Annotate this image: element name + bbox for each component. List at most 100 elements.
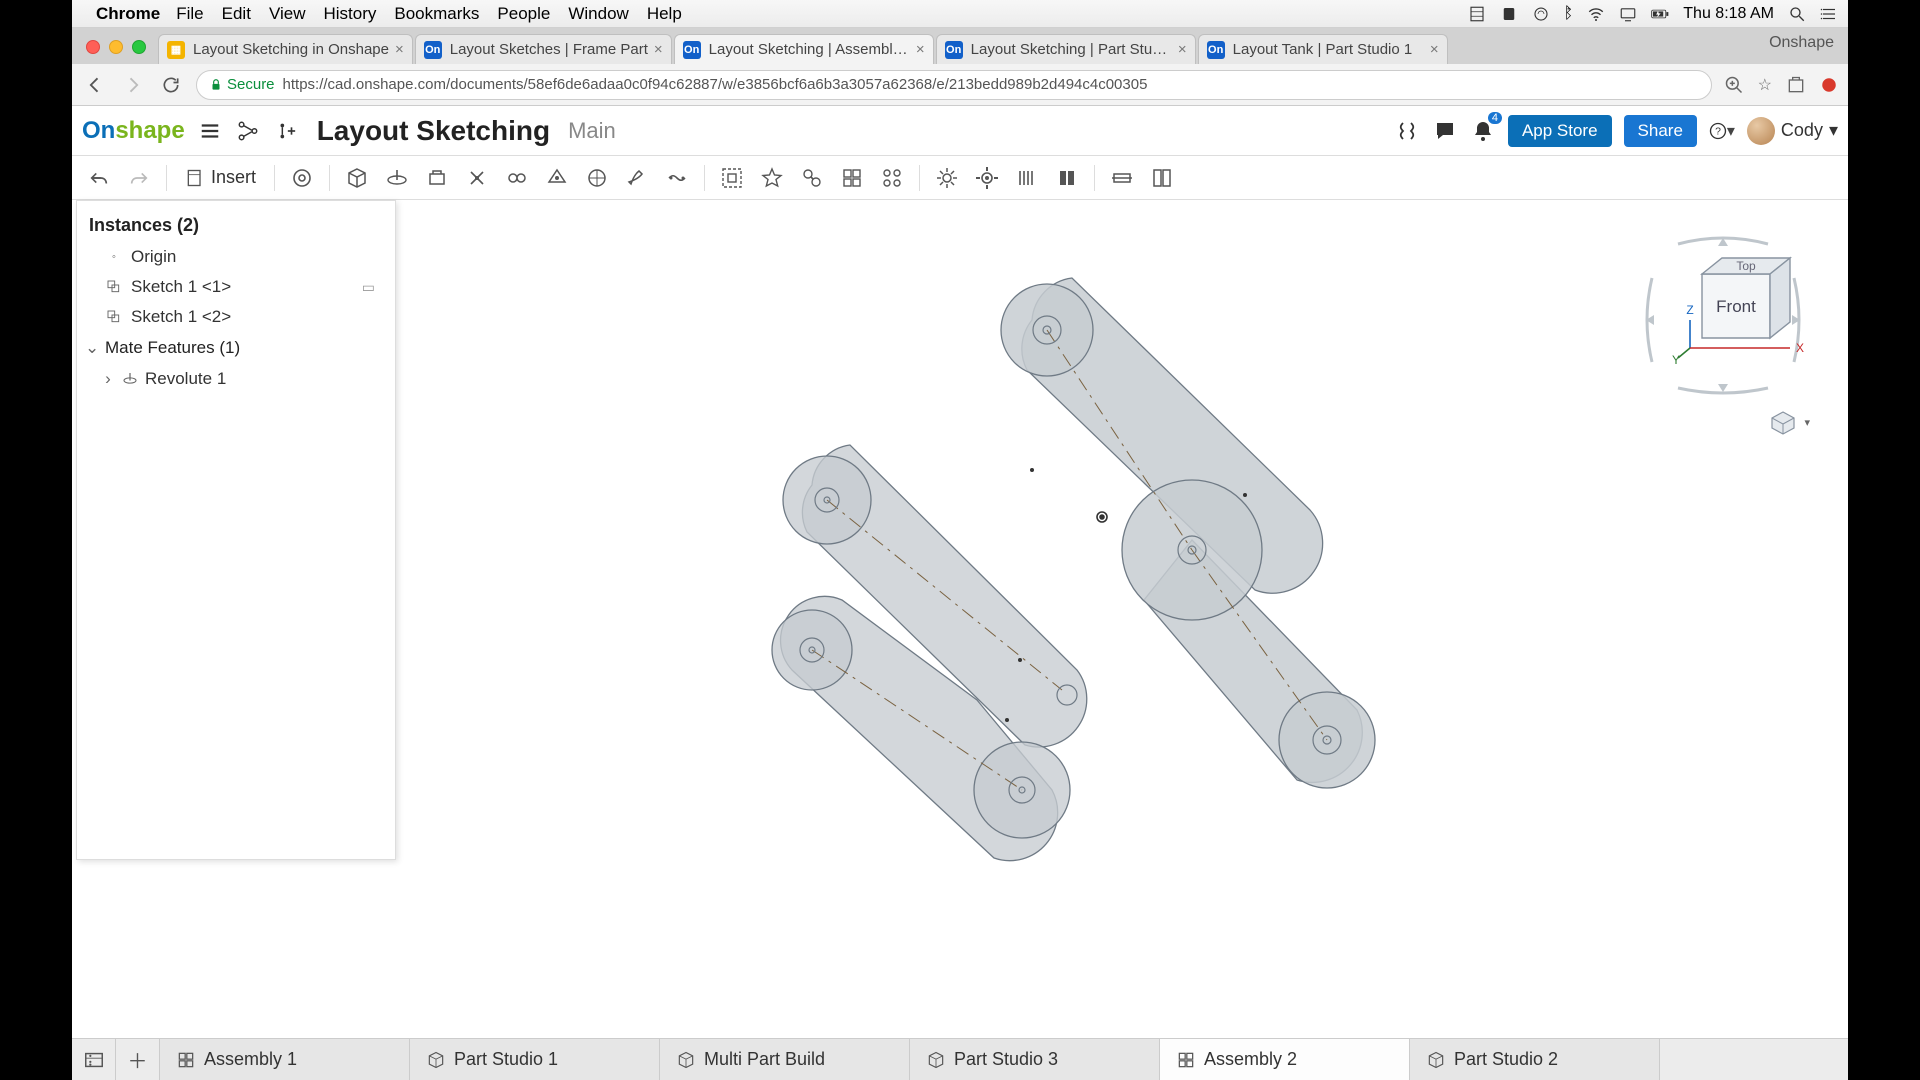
doc-tab-assembly-active[interactable]: Assembly 2 — [1160, 1039, 1410, 1080]
document-title[interactable]: Layout Sketching — [317, 115, 550, 147]
browser-tab[interactable]: On Layout Sketches | Frame Part × — [415, 34, 672, 64]
tool-exploded-icon[interactable] — [1145, 161, 1179, 195]
tab-close-icon[interactable]: × — [654, 41, 663, 58]
tab-close-icon[interactable]: × — [1178, 41, 1187, 58]
tool-revolute-icon[interactable] — [460, 161, 494, 195]
tree-item-mate[interactable]: › Revolute 1 — [77, 364, 395, 394]
menu-list-icon[interactable] — [1820, 5, 1838, 23]
appstore-button[interactable]: App Store — [1508, 115, 1612, 147]
address-bar[interactable]: Secure https://cad.onshape.com/documents… — [196, 70, 1712, 100]
tool-fastened-icon[interactable] — [420, 161, 454, 195]
tree-item-sketch[interactable]: Sketch 1 <1> ▭ — [77, 272, 395, 302]
status-battery-icon[interactable] — [1651, 5, 1669, 23]
tool-pin-icon[interactable] — [620, 161, 654, 195]
tool-icon[interactable] — [285, 161, 319, 195]
status-clock[interactable]: Thu 8:18 AM — [1683, 5, 1774, 23]
mac-menu-view[interactable]: View — [269, 4, 306, 24]
hamburger-icon[interactable] — [197, 118, 223, 144]
nav-forward-button[interactable] — [120, 72, 146, 98]
mac-menu-file[interactable]: File — [176, 4, 203, 24]
viewcube-top-label[interactable]: Top — [1736, 259, 1756, 273]
visibility-toggle-icon[interactable]: ▭ — [362, 279, 375, 296]
user-menu[interactable]: Cody▾ — [1747, 117, 1838, 145]
tool-group-icon[interactable] — [715, 161, 749, 195]
doc-tab-label: Assembly 2 — [1204, 1049, 1297, 1070]
status-icon-1[interactable] — [1468, 5, 1486, 23]
tool-linear-pattern-icon[interactable] — [1010, 161, 1044, 195]
spotlight-icon[interactable] — [1788, 5, 1806, 23]
browser-tab-active[interactable]: On Layout Sketching | Assembly 2 × — [674, 34, 934, 64]
browser-tab[interactable]: On Layout Tank | Part Studio 1 × — [1198, 34, 1448, 64]
tool-mate-icon[interactable] — [380, 161, 414, 195]
doc-tab-partstudio[interactable]: Part Studio 3 — [910, 1039, 1160, 1080]
redo-button[interactable] — [122, 161, 156, 195]
add-tab-button[interactable]: ＋ — [116, 1039, 160, 1080]
tree-item-sketch[interactable]: Sketch 1 <2> — [77, 302, 395, 332]
doc-tab-assembly[interactable]: Assembly 1 — [160, 1039, 410, 1080]
tool-replicate-icon[interactable] — [875, 161, 909, 195]
tree-item-origin[interactable]: Origin — [77, 242, 395, 272]
tool-snap-icon[interactable] — [835, 161, 869, 195]
undo-button[interactable] — [82, 161, 116, 195]
insert-button[interactable]: Insert — [177, 167, 264, 188]
favicon-onshape-icon: On — [945, 41, 963, 59]
extension-icon-2[interactable] — [1820, 76, 1838, 94]
isometric-view-button[interactable]: ▾ — [1768, 410, 1798, 436]
nav-back-button[interactable] — [82, 72, 108, 98]
browser-tab[interactable]: ▦ Layout Sketching in Onshape × — [158, 34, 413, 64]
status-bluetooth-icon[interactable]: ᛒ⃰ — [1564, 5, 1574, 23]
doc-tab-partstudio[interactable]: Multi Part Build — [660, 1039, 910, 1080]
tab-close-icon[interactable]: × — [1430, 41, 1439, 58]
tool-tangent-icon[interactable] — [755, 161, 789, 195]
mac-app-name[interactable]: Chrome — [96, 4, 160, 24]
doc-tab-partstudio[interactable]: Part Studio 1 — [410, 1039, 660, 1080]
tool-ball-icon[interactable] — [660, 161, 694, 195]
status-icon-sync[interactable] — [1532, 5, 1550, 23]
document-branch[interactable]: Main — [568, 118, 616, 144]
extension-icon-1[interactable] — [1786, 75, 1806, 95]
browser-tab[interactable]: On Layout Sketching | Part Studio × — [936, 34, 1196, 64]
status-display-icon[interactable] — [1619, 5, 1637, 23]
mate-features-group[interactable]: ⌄ Mate Features (1) — [77, 332, 395, 364]
featurescript-icon[interactable] — [1394, 118, 1420, 144]
tool-gear-large-icon[interactable] — [970, 161, 1004, 195]
mac-menu-bookmarks[interactable]: Bookmarks — [394, 4, 479, 24]
chevron-down-icon[interactable]: ⌄ — [85, 338, 99, 358]
zoom-icon[interactable] — [1724, 75, 1744, 95]
tool-section-icon[interactable] — [1105, 161, 1139, 195]
tool-slider-icon[interactable] — [500, 161, 534, 195]
tool-gear-small-icon[interactable] — [930, 161, 964, 195]
window-minimize-button[interactable] — [109, 40, 123, 54]
status-icon-2[interactable] — [1500, 5, 1518, 23]
tree-icon[interactable] — [235, 118, 261, 144]
tool-standard-content-icon[interactable] — [1050, 161, 1084, 195]
viewcube-front-label[interactable]: Front — [1716, 297, 1756, 316]
tool-cylindrical-icon[interactable] — [580, 161, 614, 195]
notifications-icon[interactable]: 4 — [1470, 118, 1496, 144]
tool-relation-icon[interactable] — [795, 161, 829, 195]
mac-menu-window[interactable]: Window — [568, 4, 628, 24]
nav-reload-button[interactable] — [158, 72, 184, 98]
doc-tab-partstudio[interactable]: Part Studio 2 — [1410, 1039, 1660, 1080]
mac-menu-people[interactable]: People — [497, 4, 550, 24]
tool-planar-icon[interactable] — [540, 161, 574, 195]
bookmark-star-icon[interactable]: ☆ — [1758, 75, 1772, 95]
help-icon[interactable]: ?▾ — [1709, 118, 1735, 144]
add-feature-icon[interactable] — [273, 118, 299, 144]
tab-manager-button[interactable] — [72, 1039, 116, 1080]
chevron-right-icon[interactable]: › — [101, 369, 115, 389]
mac-menu-history[interactable]: History — [323, 4, 376, 24]
onshape-toolbar: Insert — [72, 156, 1848, 200]
tool-cube-icon[interactable] — [340, 161, 374, 195]
share-button[interactable]: Share — [1624, 115, 1697, 147]
tab-close-icon[interactable]: × — [916, 41, 925, 58]
tab-close-icon[interactable]: × — [395, 41, 404, 58]
comments-icon[interactable] — [1432, 118, 1458, 144]
window-close-button[interactable] — [86, 40, 100, 54]
view-cube[interactable]: Front Top Z Y X — [1638, 230, 1808, 400]
window-zoom-button[interactable] — [132, 40, 146, 54]
mac-menu-edit[interactable]: Edit — [222, 4, 251, 24]
mac-menu-help[interactable]: Help — [647, 4, 682, 24]
status-wifi-icon[interactable] — [1587, 5, 1605, 23]
onshape-logo[interactable]: Onshape — [82, 117, 185, 145]
